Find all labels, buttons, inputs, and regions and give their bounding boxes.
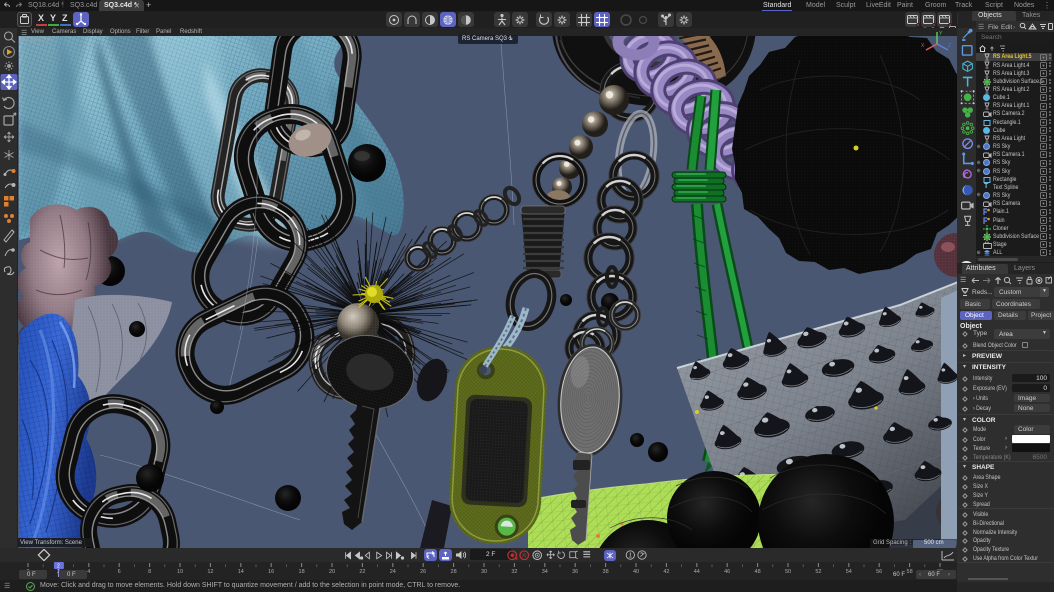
svg-text:36: 36 [572,569,578,575]
svg-text:54: 54 [846,569,852,575]
svg-text:26: 26 [420,569,426,575]
svg-text:6: 6 [118,569,121,575]
svg-text:56: 56 [876,569,882,575]
svg-text:34: 34 [542,569,548,575]
svg-text:20: 20 [329,569,335,575]
svg-text:12: 12 [207,569,213,575]
svg-text:16: 16 [268,569,274,575]
svg-text:24: 24 [390,569,396,575]
svg-text:14: 14 [238,569,244,575]
svg-text:22: 22 [359,569,365,575]
svg-text:18: 18 [299,569,305,575]
svg-text:42: 42 [663,569,669,575]
svg-text:52: 52 [815,569,821,575]
svg-text:58: 58 [907,569,913,575]
svg-text:38: 38 [603,569,609,575]
svg-text:46: 46 [724,569,730,575]
svg-text:10: 10 [177,569,183,575]
svg-text:Y: Y [939,31,943,37]
svg-text:50: 50 [785,569,791,575]
svg-text:28: 28 [451,569,457,575]
svg-text:30: 30 [481,569,487,575]
svg-text:40: 40 [633,569,639,575]
svg-text:44: 44 [694,569,700,575]
svg-text:2: 2 [57,564,60,570]
svg-text:8: 8 [148,569,151,575]
svg-text:4: 4 [87,569,90,575]
svg-text:X: X [921,43,925,49]
svg-text:48: 48 [755,569,761,575]
svg-text:Z: Z [948,43,951,49]
svg-text:32: 32 [511,569,517,575]
